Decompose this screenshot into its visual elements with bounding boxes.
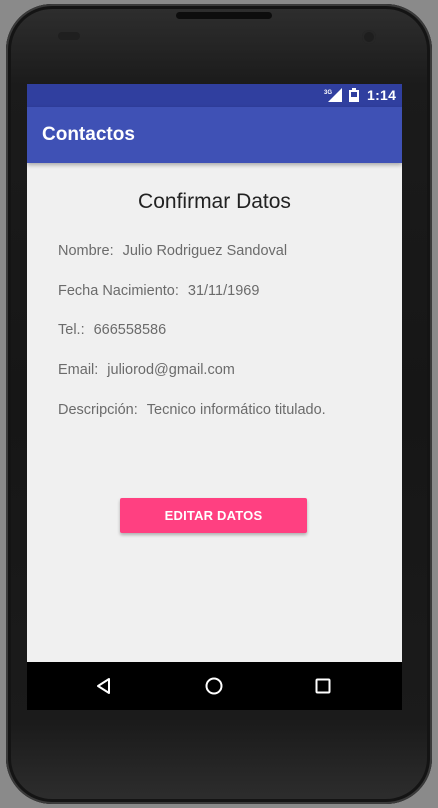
- signal-icon: 3G: [324, 88, 342, 102]
- app-bar: Contactos: [27, 107, 402, 163]
- field-value: 666558586: [93, 322, 167, 338]
- field-value: Tecnico informático titulado.: [146, 402, 326, 418]
- field-label: Email:: [58, 362, 99, 378]
- battery-icon: [349, 88, 359, 102]
- field-telefono: Tel.: 666558586: [58, 322, 166, 338]
- navigation-bar: [27, 662, 402, 710]
- home-circle-icon[interactable]: [202, 674, 226, 698]
- field-label: Nombre:: [58, 243, 114, 259]
- front-camera: [362, 30, 376, 44]
- field-value: juliorod@gmail.com: [107, 362, 235, 378]
- network-label: 3G: [324, 90, 332, 96]
- app-title: Contactos: [42, 124, 135, 145]
- field-label: Tel.:: [58, 322, 85, 338]
- device-screen: 3G 1:14 Contactos Confirmar Datos Nombre…: [27, 84, 402, 710]
- status-bar: 3G 1:14: [27, 84, 402, 107]
- page-title: Confirmar Datos: [138, 190, 291, 213]
- field-nombre: Nombre: Julio Rodriguez Sandoval: [58, 243, 287, 259]
- back-triangle-icon[interactable]: [92, 674, 116, 698]
- status-time: 1:14: [367, 87, 397, 103]
- field-descripcion: Descripción: Tecnico informático titulado…: [58, 402, 326, 418]
- field-label: Descripción:: [58, 402, 138, 418]
- field-label: Fecha Nacimiento:: [58, 283, 179, 299]
- field-value: Julio Rodriguez Sandoval: [122, 243, 288, 259]
- field-fecha-nacimiento: Fecha Nacimiento: 31/11/1969: [58, 283, 259, 299]
- proximity-sensor: [58, 32, 80, 40]
- edit-data-button[interactable]: EDITAR DATOS: [120, 498, 307, 533]
- recents-square-icon[interactable]: [311, 674, 335, 698]
- field-value: 31/11/1969: [187, 283, 260, 299]
- speaker-grille: [176, 12, 272, 19]
- field-email: Email: juliorod@gmail.com: [58, 362, 235, 378]
